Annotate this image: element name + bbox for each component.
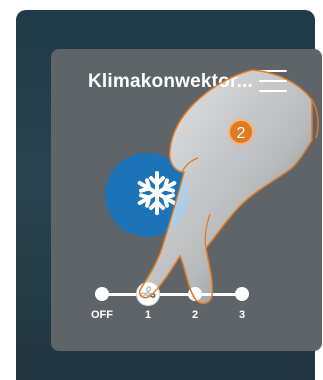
slider-track <box>102 293 242 296</box>
device-title: Klimakonwektor... <box>88 71 253 92</box>
fan-level-off-dot[interactable] <box>95 287 109 301</box>
fan-level-label: 2 <box>191 309 199 321</box>
fan-level-1-handle[interactable] <box>136 282 160 306</box>
fan-level-3-dot[interactable] <box>235 287 249 301</box>
fan-level-label: OFF <box>91 309 113 321</box>
fan-icon <box>140 286 156 298</box>
fan-speed-slider[interactable]: OFF 1 2 3 <box>84 280 254 324</box>
fan-level-2-dot[interactable] <box>188 287 202 301</box>
fan-level-label: 1 <box>144 309 152 321</box>
fan-level-label: 3 <box>238 309 246 321</box>
hamburger-menu-icon[interactable] <box>259 68 287 94</box>
snowflake-icon <box>137 171 177 215</box>
cooling-mode-button[interactable] <box>105 153 189 237</box>
step-number-badge: 2 <box>228 119 254 145</box>
